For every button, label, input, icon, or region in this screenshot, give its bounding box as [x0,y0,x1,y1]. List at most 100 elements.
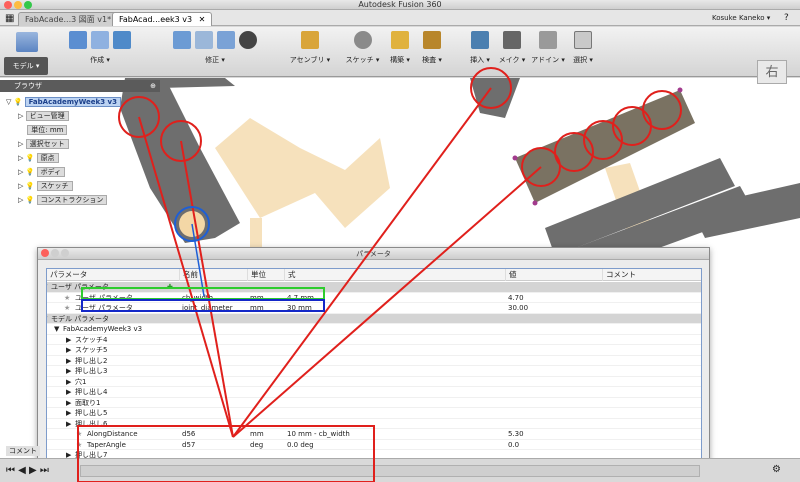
help-icon[interactable]: ? [784,13,789,23]
select-group[interactable]: 選択 ▾ [565,31,601,65]
table-row[interactable]: ▶ 面取り1 [47,398,701,409]
expand-icon[interactable]: ▽ [6,98,14,106]
expand-toggle-icon[interactable]: ▼ [54,324,59,335]
parameters-table[interactable]: パラメータ 名前 単位 式 値 コメント ▼ユーザ パラメータ✚★ユーザ パラメ… [46,268,702,466]
table-row[interactable]: ▶ 押し出し3 [47,366,701,377]
assemble-group[interactable]: アセンブリ ▾ [285,31,335,65]
dialog-zoom-button[interactable] [61,249,69,257]
table-row[interactable]: ★ ユーザ パラメータ cb_width mm 4.7 mm 4.70 [47,293,701,304]
tab-fabacademy-week3-model[interactable]: FabAcad...eek3 v3 ✕ [112,12,213,26]
table-row[interactable]: ★ ユーザ パラメータ joint_diameter mm 30 mm 30.00 [47,303,701,314]
comments-label[interactable]: コメント [6,446,40,456]
col-parameter[interactable]: パラメータ [47,269,87,281]
minimize-window-button[interactable] [14,1,22,9]
expand-toggle-icon[interactable]: ▶ [66,377,71,388]
table-row[interactable]: ★ TaperAngle d57 deg 0.0 deg 0.0 [47,440,701,451]
expand-icon[interactable]: ▷ [18,168,26,176]
handle-point-1[interactable] [512,155,518,161]
timeline-settings-icon[interactable]: ⚙ [772,464,781,475]
table-row[interactable]: ▼ FabAcademyWeek3 v3 [47,324,701,335]
visibility-bulb-icon[interactable]: 💡 [26,154,37,162]
dialog-close-button[interactable] [41,249,49,257]
col-comment[interactable]: コメント [602,269,636,281]
expand-toggle-icon[interactable]: ▶ [66,408,71,419]
tree-item-selection-sets[interactable]: ▷ 選択セット [18,138,69,150]
make-group[interactable]: メイク ▾ [492,31,532,65]
close-tab-icon[interactable]: ✕ [199,15,206,24]
handle-point-3[interactable] [532,200,538,206]
favorite-star-icon[interactable]: ★ [76,440,82,451]
col-value[interactable]: 値 [505,269,517,281]
tree-item-origin[interactable]: ▷ 💡 原点 [18,152,59,164]
favorite-star-icon[interactable]: ★ [64,303,70,314]
cell-expr[interactable]: 30 mm [287,303,312,314]
visibility-bulb-icon[interactable]: 💡 [26,182,37,190]
table-row[interactable]: ▶ 押し出し6 [47,419,701,430]
col-name[interactable]: 名前 [179,269,198,281]
add-parameter-icon[interactable]: ✚ [167,282,173,293]
browser-settings-icon[interactable]: ⊕ [150,80,156,92]
tab-fabacademy-drawing-doc[interactable]: FabAcade...3 図面 v1* [18,12,119,26]
expand-toggle-icon[interactable]: ▶ [66,366,71,377]
col-unit[interactable]: 単位 [247,269,266,281]
dialog-minimize-button[interactable] [51,249,59,257]
col-expression[interactable]: 式 [284,269,296,281]
connector-part-top-right[interactable] [470,78,520,118]
table-row[interactable]: ▶ スケッチ5 [47,345,701,356]
favorite-star-icon[interactable]: ★ [76,429,82,440]
table-row[interactable]: ▶ 押し出し4 [47,387,701,398]
connector-part-top[interactable] [150,78,235,88]
connector-part-left[interactable] [120,78,240,243]
view-cube[interactable]: 右 [757,60,787,84]
cell-expr[interactable]: 4.7 mm [287,293,314,304]
expand-icon[interactable]: ▷ [18,182,26,190]
visibility-bulb-icon[interactable]: 💡 [26,168,37,176]
expand-toggle-icon[interactable]: ▶ [66,398,71,409]
app-grid-icon[interactable]: ▦ [5,13,14,24]
expand-icon[interactable]: ▷ [18,112,26,120]
table-group-row[interactable]: ▼モデル パラメータ [47,313,701,325]
expand-toggle-icon[interactable]: ▼ [47,314,48,325]
expand-toggle-icon[interactable]: ▶ [66,356,71,367]
visibility-bulb-icon[interactable]: 💡 [26,196,37,204]
tree-item-view[interactable]: ▷ ビュー管理 [18,110,69,122]
parameters-dialog[interactable]: パラメータ パラメータ 名前 単位 式 値 コメント ▼ユーザ パラメータ✚★ユ… [37,247,710,472]
visibility-bulb-icon[interactable]: 💡 [14,98,25,106]
table-row[interactable]: ★ AlongDistance d56 mm 10 mm - cb_width 5.30 [47,429,701,440]
dialog-titlebar[interactable]: パラメータ [38,248,709,260]
user-menu[interactable]: Kosuke Kaneko ▾ [712,14,770,22]
tree-item-units[interactable]: 単位: mm [18,124,68,136]
table-row[interactable]: ▶ 穴1 [47,377,701,388]
expand-toggle-icon[interactable]: ▶ [66,387,71,398]
create-group[interactable]: 作成 ▾ [60,31,140,65]
cell-expr[interactable]: 10 mm - cb_width [287,429,350,440]
expand-icon[interactable] [18,126,27,134]
tree-item-bodies[interactable]: ▷ 💡 ボディ [18,166,66,178]
tree-item-sketches[interactable]: ▷ 💡 スケッチ [18,180,73,192]
tree-root[interactable]: ▽ 💡 FabAcademyWeek3 v3 [6,96,121,108]
timeline[interactable] [80,465,700,477]
expand-icon[interactable]: ▷ [18,154,26,162]
close-window-button[interactable] [4,1,12,9]
maximize-window-button[interactable] [24,1,32,9]
expand-icon[interactable]: ▷ [18,196,26,204]
playback-controls[interactable]: ⏮ ◀ ▶ ⏭ [6,465,49,476]
expand-toggle-icon[interactable]: ▶ [66,345,71,356]
table-group-row[interactable]: ▼ユーザ パラメータ ✚ [47,282,701,293]
expand-toggle-icon[interactable]: ▶ [66,419,71,430]
workspace-switcher[interactable]: モデル ▾ [4,57,48,75]
tree-item-construction[interactable]: ▷ 💡 コンストラクション [18,194,108,206]
browser-panel-header[interactable]: ブラウザ ⊕ [0,80,160,92]
table-row[interactable]: ▶ 押し出し2 [47,356,701,367]
expand-toggle-icon[interactable]: ▼ [47,282,48,293]
table-row[interactable]: ▶ スケッチ4 [47,335,701,346]
favorite-star-icon[interactable]: ★ [64,293,70,304]
expand-toggle-icon[interactable]: ▶ [66,335,71,346]
inspect-group[interactable]: 検査 ▾ [412,31,452,65]
table-row[interactable]: ▶ 押し出し5 [47,408,701,419]
cell-expr[interactable]: 0.0 deg [287,440,314,451]
modify-group[interactable]: 修正 ▾ [160,31,270,65]
expand-icon[interactable]: ▷ [18,140,26,148]
addins-group[interactable]: アドイン ▾ [528,31,568,65]
handle-point-2[interactable] [677,87,683,93]
